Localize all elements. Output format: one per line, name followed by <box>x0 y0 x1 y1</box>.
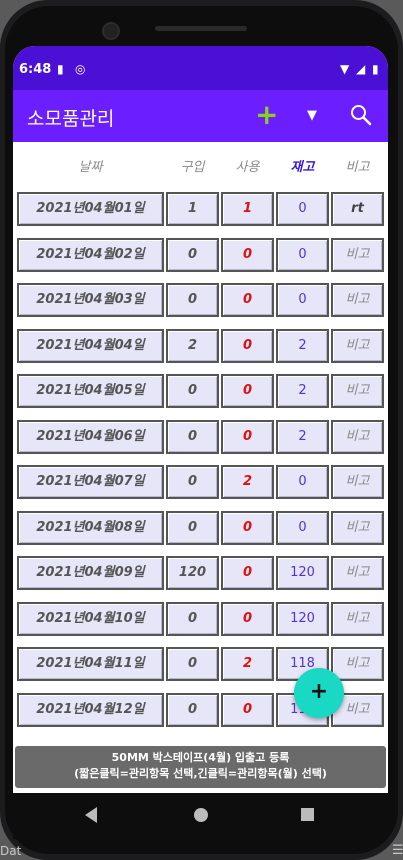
cell-note[interactable]: 비고 <box>331 328 384 363</box>
cell-note[interactable]: 비고 <box>331 283 384 317</box>
app-title: 소모품관리 <box>27 108 115 130</box>
cell-date[interactable]: 2021년04월11일 <box>17 647 164 681</box>
cell-date[interactable]: 2021년04월07일 <box>17 465 164 499</box>
dropdown-icon[interactable]: ▼ <box>307 108 317 123</box>
table-row[interactable]: 2021년04월01일 1 1 0 rt <box>13 192 388 230</box>
table-row[interactable]: 2021년04월04일 2 0 2 비고 <box>13 328 388 367</box>
signal-icon: ◢ <box>356 62 366 76</box>
table-row[interactable]: 2021년04월08일 0 0 0 비고 <box>13 510 388 549</box>
home-icon[interactable] <box>194 808 208 822</box>
cell-buy[interactable]: 0 <box>166 647 219 681</box>
cell-use[interactable]: 0 <box>221 283 274 317</box>
toast-message: 50MM 박스테이프(4월) 입출고 등록 (짧은클릭=관리항목 선택,긴클릭=… <box>15 746 386 788</box>
cell-buy[interactable]: 0 <box>166 692 219 727</box>
cell-date[interactable]: 2021년04월06일 <box>17 419 164 454</box>
toast-line-1: 50MM 박스테이프(4월) 입출고 등록 <box>111 751 290 764</box>
cell-use[interactable]: 0 <box>221 556 274 590</box>
table-row[interactable]: 2021년04월10일 0 0 120 비고 <box>13 601 388 640</box>
cell-use[interactable]: 2 <box>221 647 274 681</box>
header-note: 비고 <box>345 160 370 175</box>
cell-buy[interactable]: 0 <box>166 237 219 272</box>
table-row[interactable]: 2021년04월06일 0 0 2 비고 <box>13 419 388 458</box>
wifi-icon: ▼ <box>340 62 350 76</box>
cell-note[interactable]: 비고 <box>331 419 384 454</box>
cell-date[interactable]: 2021년04월04일 <box>17 328 164 363</box>
cell-buy[interactable]: 0 <box>166 283 219 317</box>
cell-note[interactable]: 비고 <box>331 647 384 681</box>
app-bar: 소모품관리 + ▼ <box>13 90 388 142</box>
cell-note[interactable]: 비고 <box>331 465 384 499</box>
cell-stock[interactable]: 0 <box>276 192 329 226</box>
table-row[interactable]: 2021년04월03일 0 0 0 비고 <box>13 283 388 321</box>
cell-date[interactable]: 2021년04월03일 <box>17 283 164 317</box>
cell-use[interactable]: 0 <box>221 601 274 636</box>
cell-buy[interactable]: 0 <box>166 601 219 636</box>
cell-date[interactable]: 2021년04월09일 <box>17 556 164 590</box>
cell-note[interactable]: 비고 <box>331 510 384 545</box>
cell-use[interactable]: 0 <box>221 692 274 727</box>
earpiece-speaker <box>155 26 247 31</box>
cell-date[interactable]: 2021년04월08일 <box>17 510 164 545</box>
cell-buy[interactable]: 2 <box>166 328 219 363</box>
app-screen: 6:48 ▮ ◎ ▼ ◢ ▮ 소모품관리 + ▼ 날짜 구입 사용 재고 비고 … <box>13 46 388 793</box>
recent-apps-icon[interactable] <box>301 808 314 821</box>
cell-stock[interactable]: 120 <box>276 556 329 590</box>
cell-use[interactable]: 0 <box>221 328 274 363</box>
cell-date[interactable]: 2021년04월05일 <box>17 374 164 408</box>
back-icon[interactable] <box>85 807 97 823</box>
menu-icon[interactable]: ☰ <box>392 843 403 858</box>
system-nav-bar <box>13 793 388 839</box>
cell-stock[interactable]: 0 <box>276 237 329 272</box>
cell-stock[interactable]: 0 <box>276 465 329 499</box>
cell-stock[interactable]: 2 <box>276 374 329 408</box>
cell-note[interactable]: rt <box>331 192 384 226</box>
table-row[interactable]: 2021년04월07일 0 2 0 비고 <box>13 465 388 503</box>
status-bar: 6:48 ▮ ◎ ▼ ◢ ▮ <box>13 46 388 90</box>
cell-stock[interactable]: 0 <box>276 510 329 545</box>
cell-use[interactable]: 0 <box>221 237 274 272</box>
cell-use[interactable]: 0 <box>221 510 274 545</box>
cell-note[interactable]: 비고 <box>331 601 384 636</box>
add-icon[interactable]: + <box>255 98 278 131</box>
cell-buy[interactable]: 1 <box>166 192 219 226</box>
cell-buy[interactable]: 120 <box>166 556 219 590</box>
table-row[interactable]: 2021년04월05일 0 0 2 비고 <box>13 374 388 412</box>
cell-stock[interactable]: 2 <box>276 419 329 454</box>
table-row[interactable]: 2021년04월02일 0 0 0 비고 <box>13 237 388 276</box>
header-use: 사용 <box>235 160 260 175</box>
header-stock: 재고 <box>290 160 315 175</box>
header-date: 날짜 <box>78 160 103 175</box>
add-fab-button[interactable]: + <box>294 668 344 718</box>
cell-stock[interactable]: 0 <box>276 283 329 317</box>
status-time: 6:48 <box>19 62 52 77</box>
cell-buy[interactable]: 0 <box>166 510 219 545</box>
cell-stock[interactable]: 120 <box>276 601 329 636</box>
cell-use[interactable]: 1 <box>221 192 274 226</box>
search-icon[interactable] <box>350 104 372 130</box>
toast-line-2: (짧은클릭=관리항목 선택,긴클릭=관리항목(월) 선택) <box>74 767 327 780</box>
table-header: 날짜 구입 사용 재고 비고 <box>13 142 388 188</box>
table-row[interactable]: 2021년04월09일 120 0 120 비고 <box>13 556 388 594</box>
cell-buy[interactable]: 0 <box>166 465 219 499</box>
cell-use[interactable]: 2 <box>221 465 274 499</box>
cell-stock[interactable]: 2 <box>276 328 329 363</box>
cell-date[interactable]: 2021년04월01일 <box>17 192 164 226</box>
cell-buy[interactable]: 0 <box>166 419 219 454</box>
edge-label: Dat <box>0 844 22 858</box>
cell-date[interactable]: 2021년04월12일 <box>17 692 164 727</box>
sync-icon: ◎ <box>75 62 86 76</box>
cell-use[interactable]: 0 <box>221 419 274 454</box>
cell-date[interactable]: 2021년04월10일 <box>17 601 164 636</box>
cell-use[interactable]: 0 <box>221 374 274 408</box>
sd-card-icon: ▮ <box>57 62 64 76</box>
cell-note[interactable]: 비고 <box>331 374 384 408</box>
cell-note[interactable]: 비고 <box>331 556 384 590</box>
header-buy: 구입 <box>180 160 205 175</box>
cell-note[interactable]: 비고 <box>331 237 384 272</box>
front-camera <box>102 22 120 40</box>
battery-icon: ▮ <box>372 62 379 76</box>
cell-date[interactable]: 2021년04월02일 <box>17 237 164 272</box>
cell-buy[interactable]: 0 <box>166 374 219 408</box>
